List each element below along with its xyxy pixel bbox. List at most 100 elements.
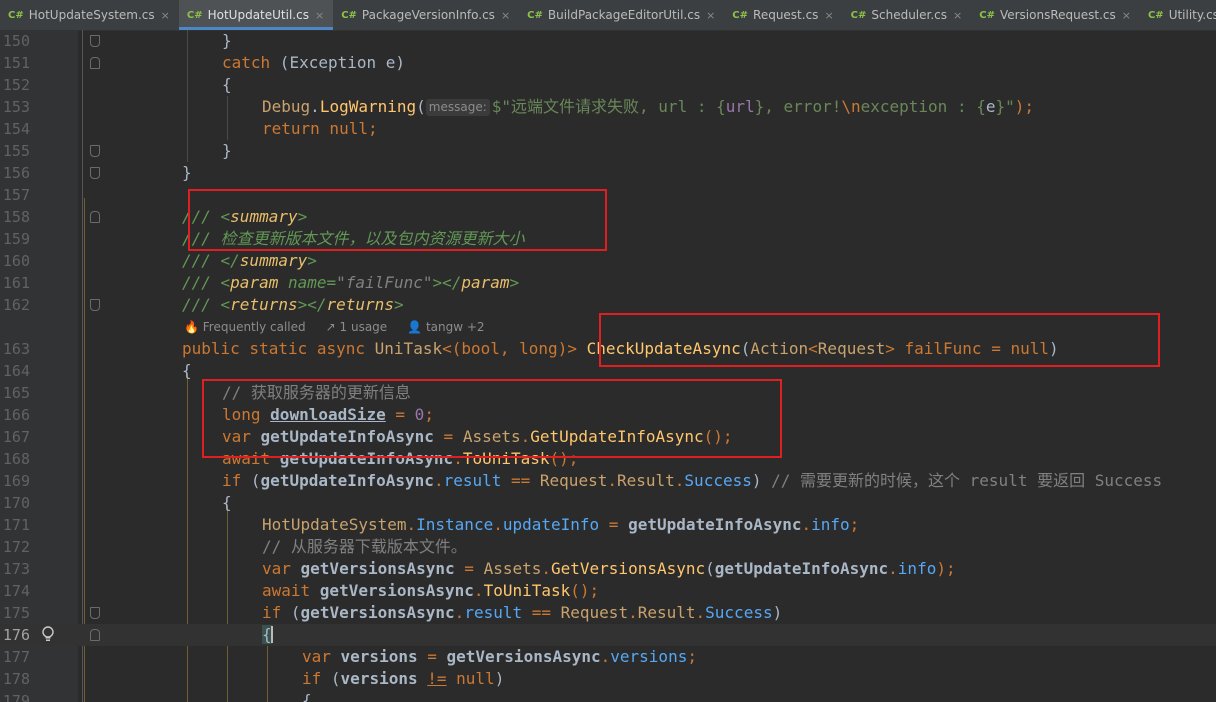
code-line[interactable]: 152 { — [0, 74, 1216, 96]
code-editor[interactable]: 150 } 151 catch (Exception e) 152 { 153 … — [0, 30, 1216, 702]
line-number: 164 — [2, 362, 30, 380]
line-number: 162 — [2, 296, 30, 314]
code-line[interactable]: 178 if (versions != null) — [0, 668, 1216, 690]
tab-request[interactable]: C# Request.cs × — [724, 0, 842, 30]
line-number: 174 — [2, 582, 30, 600]
line-number: 157 — [2, 186, 30, 204]
line-number: 179 — [2, 692, 30, 702]
code-line[interactable]: 154 return null; — [0, 118, 1216, 140]
code-line[interactable]: 173 var getVersionsAsync = Assets.GetVer… — [0, 558, 1216, 580]
tab-hotupdateutil[interactable]: C# HotUpdateUtil.cs × — [178, 0, 334, 30]
tab-versionsrequest[interactable]: C# VersionsRequest.cs × — [971, 0, 1140, 30]
tab-label: HotUpdateSystem.cs — [28, 8, 155, 22]
code-line[interactable]: 171 HotUpdateSystem.Instance.updateInfo … — [0, 514, 1216, 536]
code-text: } — [182, 163, 192, 182]
code-text: } — [222, 31, 232, 50]
code-text: /// </summary> — [182, 251, 317, 270]
usages-hint[interactable]: ↗ 1 usage — [326, 320, 398, 334]
fold-start-icon[interactable] — [90, 57, 100, 69]
code-text: HotUpdateSystem.Instance.updateInfo = ge… — [262, 515, 860, 534]
authors-hint[interactable]: 👤 tangw +2 — [407, 320, 494, 334]
fold-end-icon[interactable] — [90, 145, 100, 157]
fold-end-icon[interactable] — [90, 167, 100, 179]
code-vision-hints: 🔥 Frequently called ↗ 1 usage 👤 tangw +2 — [184, 316, 505, 338]
close-tab-icon[interactable]: × — [161, 9, 170, 22]
close-tab-icon[interactable]: × — [706, 9, 715, 22]
fold-start-icon[interactable] — [90, 211, 100, 223]
csharp-file-icon: C# — [732, 9, 749, 21]
frequently-called-hint[interactable]: 🔥 Frequently called — [184, 320, 316, 334]
line-number: 171 — [2, 516, 30, 534]
tab-scheduler[interactable]: C# Scheduler.cs × — [843, 0, 972, 30]
tab-packageversioninfo[interactable]: C# PackageVersionInfo.cs × — [333, 0, 519, 30]
code-line[interactable]: 169 if (getUpdateInfoAsync.result == Req… — [0, 470, 1216, 492]
tab-label: Utility.cs — [1168, 8, 1216, 22]
line-number: 154 — [2, 120, 30, 138]
code-line[interactable]: 159 /// 检查更新版本文件，以及包内资源更新大小 — [0, 228, 1216, 250]
lightbulb-icon[interactable] — [41, 626, 55, 643]
line-number — [0, 316, 30, 338]
fold-start-icon[interactable] — [90, 629, 100, 641]
fold-end-icon[interactable] — [90, 607, 100, 619]
code-line[interactable]: 158 /// <summary> — [0, 206, 1216, 228]
parameter-name-hint: message: — [425, 99, 490, 116]
code-line[interactable]: 179 { — [0, 690, 1216, 702]
csharp-file-icon: C# — [979, 9, 995, 21]
close-tab-icon[interactable]: × — [315, 9, 324, 22]
code-line[interactable]: 161 /// <param name="failFunc"></param> — [0, 272, 1216, 294]
code-text: return null; — [262, 119, 378, 138]
close-tab-icon[interactable]: × — [501, 9, 510, 22]
tab-utility[interactable]: C# Utility.cs × — [1140, 0, 1216, 30]
code-text: Debug.LogWarning(message: $"远端文件请求失败, url… — [262, 97, 1035, 116]
line-number: 155 — [2, 142, 30, 160]
line-number: 163 — [2, 340, 30, 358]
line-number: 150 — [2, 32, 30, 50]
annotation-box-signature — [599, 313, 1160, 367]
code-text: // 从服务器下载版本文件。 — [262, 537, 467, 556]
close-tab-icon[interactable]: × — [953, 9, 962, 22]
tab-buildpackageeditorutil[interactable]: C# BuildPackageEditorUtil.cs × — [519, 0, 724, 30]
line-number: 160 — [2, 252, 30, 270]
line-number: 158 — [2, 208, 30, 226]
code-text: await getVersionsAsync.ToUniTask(); — [262, 581, 600, 600]
csharp-file-icon: C# — [850, 9, 867, 21]
code-text: if (getVersionsAsync.result == Request.R… — [262, 603, 783, 622]
code-line[interactable]: 175 if (getVersionsAsync.result == Reque… — [0, 602, 1216, 624]
code-text: { — [182, 361, 192, 380]
csharp-file-icon: C# — [527, 9, 543, 21]
code-line[interactable]: 160 /// </summary> — [0, 250, 1216, 272]
csharp-file-icon: C# — [341, 9, 357, 21]
code-text: var versions = getVersionsAsync.versions… — [302, 647, 697, 666]
editor-tab-bar: C# HotUpdateSystem.cs × C# HotUpdateUtil… — [0, 0, 1216, 31]
close-tab-icon[interactable]: × — [1122, 9, 1131, 22]
line-number: 175 — [2, 604, 30, 622]
code-line-current[interactable]: 176 { — [0, 624, 1216, 646]
tab-label: Request.cs — [753, 8, 819, 22]
fold-end-icon[interactable] — [90, 35, 100, 47]
code-text: /// <returns></returns> — [182, 295, 404, 314]
line-number: 177 — [2, 648, 30, 666]
code-line[interactable]: 170 { — [0, 492, 1216, 514]
code-line[interactable]: 177 var versions = getVersionsAsync.vers… — [0, 646, 1216, 668]
code-line[interactable]: 150 } — [0, 30, 1216, 52]
line-number: 153 — [2, 98, 30, 116]
code-line[interactable]: 155 } — [0, 140, 1216, 162]
tab-label: PackageVersionInfo.cs — [361, 8, 495, 22]
code-line[interactable]: 157 — [0, 184, 1216, 206]
code-text: { — [222, 493, 232, 512]
code-text: { — [262, 625, 273, 644]
code-line[interactable]: 174 await getVersionsAsync.ToUniTask(); — [0, 580, 1216, 602]
code-line[interactable]: 153 Debug.LogWarning(message: $"远端文件请求失败,… — [0, 96, 1216, 118]
tab-label: Scheduler.cs — [871, 8, 948, 22]
line-number: 166 — [2, 406, 30, 424]
code-text: /// <param name="failFunc"></param> — [182, 273, 520, 292]
line-number: 173 — [2, 560, 30, 578]
tab-label: HotUpdateUtil.cs — [207, 8, 309, 22]
close-tab-icon[interactable]: × — [824, 9, 833, 22]
code-line[interactable]: 151 catch (Exception e) — [0, 52, 1216, 74]
tab-hotupdatesystem[interactable]: C# HotUpdateSystem.cs × — [0, 0, 179, 30]
line-number: 151 — [2, 54, 30, 72]
code-line[interactable]: 172 // 从服务器下载版本文件。 — [0, 536, 1216, 558]
code-line[interactable]: 156 } — [0, 162, 1216, 184]
fold-end-icon[interactable] — [90, 299, 100, 311]
